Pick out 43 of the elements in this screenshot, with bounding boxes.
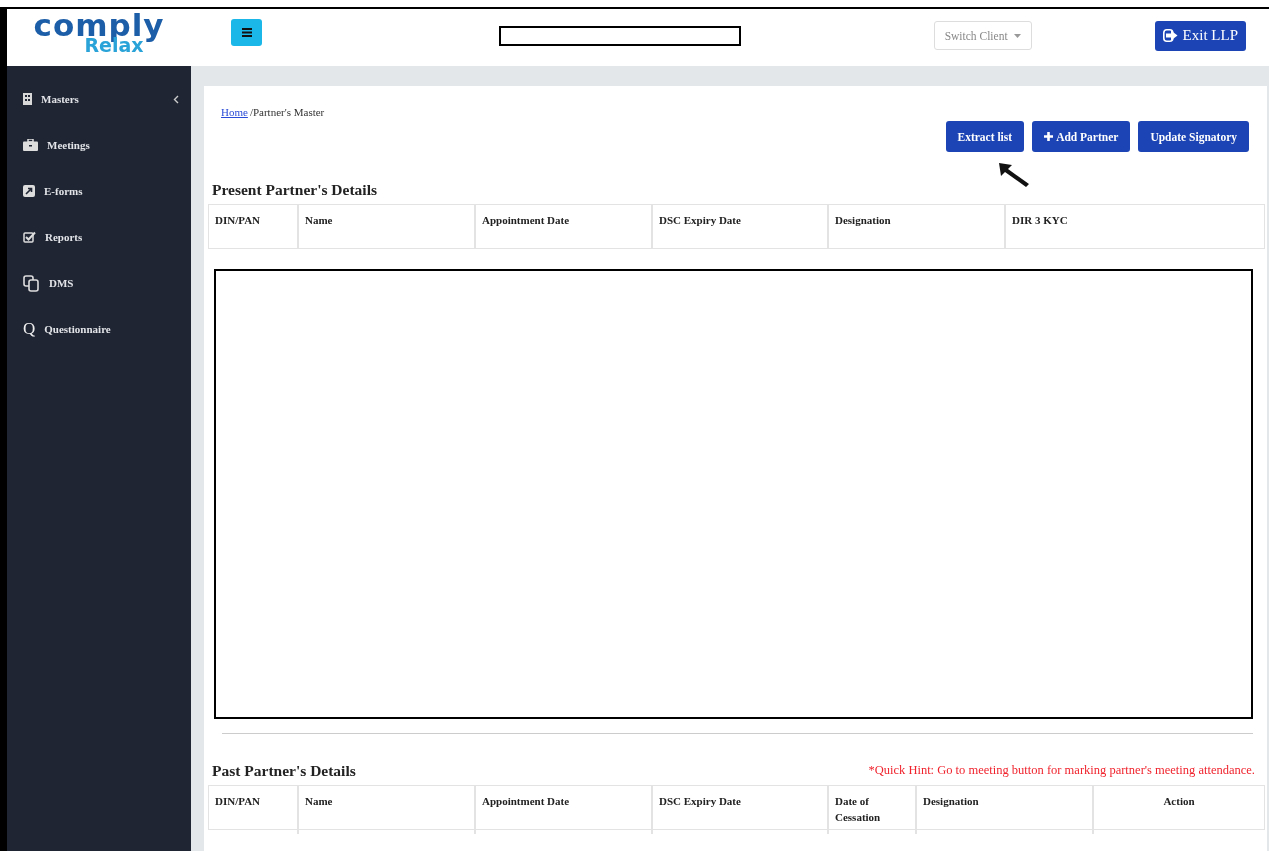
- action-button[interactable]: Update Signatory: [1138, 121, 1249, 152]
- column-header: DIN/PAN: [214, 794, 261, 809]
- chevron-left-icon: [173, 94, 179, 104]
- column-header: DIN/PAN: [214, 213, 261, 228]
- action-button[interactable]: Add Partner: [1032, 121, 1131, 152]
- letter-icon: Q: [23, 319, 36, 339]
- column-header: Name: [297, 205, 474, 248]
- column-header: Appointment Date: [474, 786, 651, 834]
- cursor-arrow-icon: [998, 162, 1030, 188]
- column-header: DIR 3 KYC: [1004, 205, 1264, 248]
- column-header: Action: [1092, 786, 1264, 834]
- column-header: Appointment Date: [474, 205, 651, 248]
- plus-icon: [1044, 132, 1054, 141]
- sidebar-item[interactable]: Masters: [7, 76, 191, 122]
- breadcrumb-link[interactable]: Home: [221, 106, 248, 118]
- external-link-icon: [23, 185, 35, 197]
- menu-icon: [241, 28, 252, 37]
- copy-icon: [23, 274, 40, 292]
- action-button[interactable]: Extract list: [945, 121, 1025, 152]
- breadcrumb-text: /Partner's Master: [249, 106, 325, 118]
- hint-text: *Quick Hint: Go to meeting button for marking partner's meeting attendance.: [868, 763, 1256, 779]
- column-header: Designation: [827, 205, 1004, 248]
- sign-out-icon: [1162, 29, 1178, 42]
- column-header: Designation: [915, 786, 1092, 834]
- section-title: Present Partner's Details: [211, 181, 378, 200]
- logo: comply Relax: [7, 9, 191, 66]
- sidebar-item[interactable]: Reports: [7, 214, 191, 260]
- switch-client-dropdown[interactable]: Switch Client: [933, 21, 1032, 50]
- column-header: Date of Cessation: [827, 786, 915, 834]
- caret-icon: [1013, 33, 1021, 38]
- column-header: Name: [297, 786, 474, 834]
- sidebar-item[interactable]: Q Questionnaire: [7, 306, 191, 352]
- column-header: DSC Expiry Date: [651, 786, 827, 834]
- sidebar-item[interactable]: E-forms: [7, 168, 191, 214]
- checkbox-icon: [23, 231, 36, 243]
- sidebar-item[interactable]: DMS: [7, 260, 191, 306]
- building-icon: [23, 93, 32, 105]
- sidebar-item[interactable]: Meetings: [7, 122, 191, 168]
- column-header: DSC Expiry Date: [651, 205, 827, 248]
- briefcase-icon: [23, 139, 38, 151]
- exit-button[interactable]: Exit LLP: [1154, 20, 1246, 51]
- section-title: Past Partner's Details: [211, 762, 356, 781]
- menu-button[interactable]: [231, 19, 262, 46]
